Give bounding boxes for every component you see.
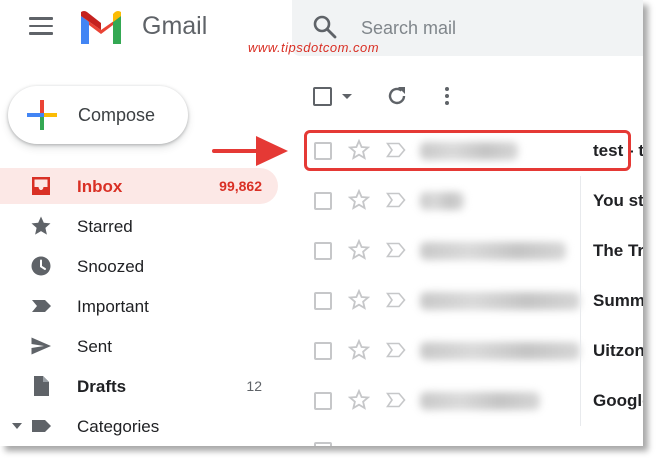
mail-subject: Summ bbox=[593, 291, 643, 310]
app-name: Gmail bbox=[142, 12, 208, 40]
mail-row[interactable]: You st bbox=[290, 176, 643, 227]
more-vert-icon[interactable] bbox=[445, 86, 449, 106]
important-marker-icon[interactable] bbox=[386, 242, 406, 258]
important-marker-icon[interactable] bbox=[386, 392, 406, 408]
column-divider bbox=[580, 376, 581, 426]
important-marker-icon[interactable] bbox=[386, 342, 406, 358]
gmail-logo-icon[interactable] bbox=[78, 10, 124, 44]
sidebar-item-label: Drafts bbox=[77, 377, 127, 396]
star-icon bbox=[31, 216, 51, 235]
main-menu-icon[interactable] bbox=[29, 17, 53, 35]
watermark-text: www.tipsdotcom.com bbox=[248, 40, 380, 55]
gmail-window: Gmail Search mail www.tipsdotcom.com Com… bbox=[0, 0, 643, 446]
column-divider bbox=[580, 326, 581, 376]
compose-label: Compose bbox=[78, 105, 156, 125]
mail-subject: Uitzon bbox=[593, 341, 643, 360]
blurred-sender bbox=[420, 292, 580, 310]
draft-icon bbox=[34, 376, 49, 396]
inbox-icon bbox=[32, 177, 50, 195]
row-checkbox[interactable] bbox=[314, 242, 332, 260]
select-all-checkbox[interactable] bbox=[313, 87, 332, 106]
unread-count: 99,862 bbox=[219, 178, 262, 194]
clock-icon bbox=[31, 256, 51, 276]
star-icon[interactable] bbox=[348, 189, 370, 211]
mail-subject: You st bbox=[593, 191, 643, 210]
sidebar-item-label: Inbox bbox=[77, 177, 123, 196]
row-checkbox[interactable] bbox=[314, 292, 332, 310]
mail-subject: Google bbox=[593, 391, 643, 410]
send-icon bbox=[31, 337, 51, 355]
plus-icon bbox=[27, 100, 57, 130]
sidebar-item-categories[interactable]: Categories bbox=[0, 408, 278, 444]
blurred-sender bbox=[420, 342, 580, 360]
mail-subject: The Tr bbox=[593, 241, 643, 260]
sidebar-item-label: Starred bbox=[77, 217, 133, 236]
mail-row[interactable]: Uitzon bbox=[290, 326, 643, 377]
sidebar-item-label: Important bbox=[77, 297, 149, 316]
blurred-sender bbox=[420, 192, 464, 210]
star-icon[interactable] bbox=[348, 339, 370, 361]
mail-list: test - t You st The Tr Summ Uitzon Googl bbox=[290, 126, 643, 446]
refresh-icon[interactable] bbox=[386, 85, 408, 107]
select-dropdown-icon[interactable] bbox=[342, 94, 352, 99]
blurred-sender bbox=[420, 392, 540, 410]
sidebar-item-snoozed[interactable]: Snoozed bbox=[0, 248, 278, 284]
sidebar-item-important[interactable]: Important bbox=[0, 288, 278, 324]
sidebar-item-label: Snoozed bbox=[77, 257, 145, 276]
row-checkbox[interactable] bbox=[314, 442, 332, 446]
column-divider bbox=[580, 276, 581, 326]
star-icon[interactable] bbox=[348, 289, 370, 311]
compose-button[interactable]: Compose bbox=[8, 86, 188, 144]
blurred-sender bbox=[420, 242, 566, 260]
important-marker-icon[interactable] bbox=[386, 292, 406, 308]
sidebar-item-starred[interactable]: Starred bbox=[0, 208, 278, 244]
star-icon[interactable] bbox=[348, 389, 370, 411]
important-marker-icon[interactable] bbox=[386, 192, 406, 208]
mail-row[interactable]: Summ bbox=[290, 276, 643, 327]
row-checkbox[interactable] bbox=[314, 192, 332, 210]
expand-caret-icon[interactable] bbox=[12, 423, 22, 429]
search-icon[interactable] bbox=[312, 14, 338, 40]
drafts-count: 12 bbox=[246, 378, 262, 394]
sidebar-item-drafts[interactable]: Drafts 12 bbox=[0, 368, 278, 404]
star-icon[interactable] bbox=[348, 239, 370, 261]
label-icon bbox=[32, 420, 51, 432]
sidebar-item-inbox[interactable]: Inbox 99,862 bbox=[0, 168, 278, 204]
search-input[interactable]: Search mail bbox=[361, 18, 456, 39]
highlight-box bbox=[304, 130, 631, 171]
important-icon bbox=[32, 300, 51, 312]
arrow-pointer-icon bbox=[212, 136, 288, 166]
column-divider bbox=[580, 226, 581, 276]
row-checkbox[interactable] bbox=[314, 392, 332, 410]
sidebar-item-label: Sent bbox=[77, 337, 112, 356]
sidebar-item-label: Categories bbox=[77, 417, 160, 436]
sidebar-item-sent[interactable]: Sent bbox=[0, 328, 278, 364]
row-checkbox[interactable] bbox=[314, 342, 332, 360]
mail-row[interactable]: The Tr bbox=[290, 226, 643, 277]
mail-row[interactable] bbox=[290, 426, 643, 446]
mail-row[interactable]: Google bbox=[290, 376, 643, 427]
column-divider bbox=[580, 176, 581, 226]
